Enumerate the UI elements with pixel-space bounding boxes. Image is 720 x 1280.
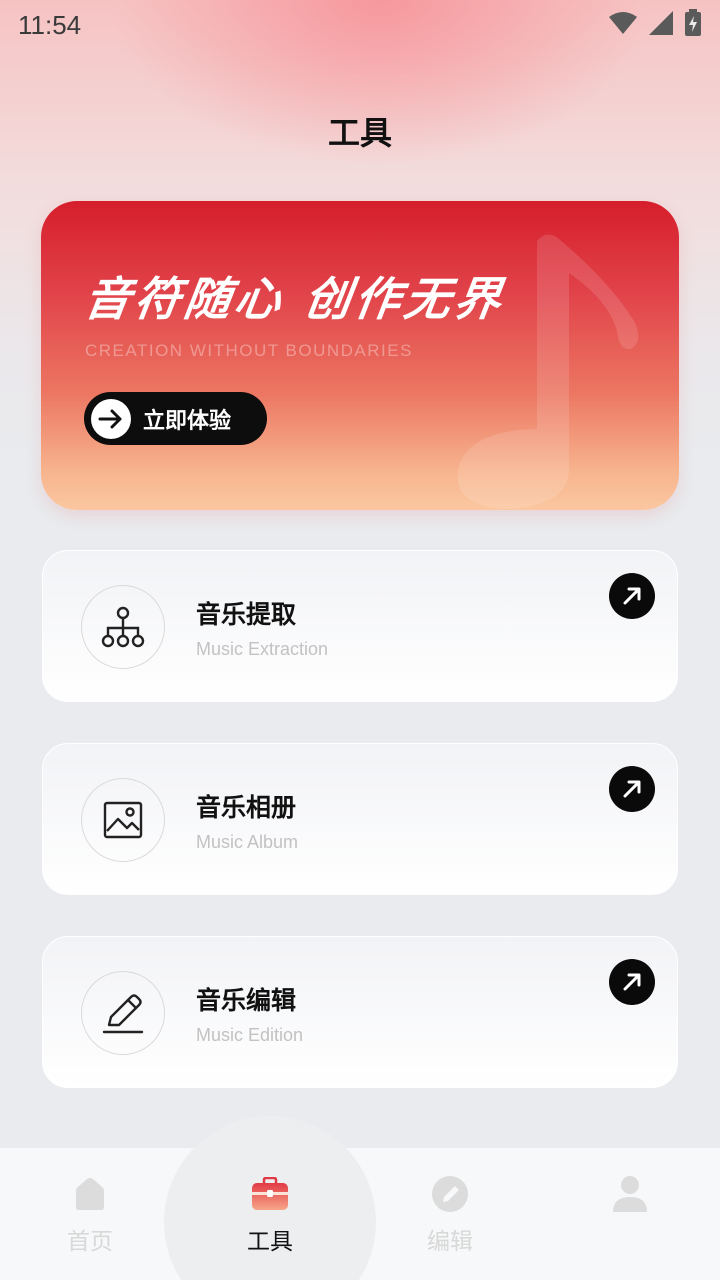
status-time: 11:54 [18, 9, 82, 40]
open-arrow-button[interactable] [609, 766, 655, 812]
music-note-decoration [457, 234, 639, 510]
status-bar: 11:54 [0, 0, 720, 50]
wifi-icon [608, 11, 638, 39]
arrow-right-icon [91, 398, 131, 439]
image-icon [81, 778, 165, 862]
banner-subtitle: CREATION WITHOUT BOUNDARIES [85, 341, 413, 360]
tab-label: 工具 [247, 1229, 293, 1255]
open-arrow-button[interactable] [609, 959, 655, 1005]
user-icon [612, 1172, 648, 1216]
battery-icon [684, 9, 702, 41]
arrow-up-right-icon [623, 973, 641, 991]
hierarchy-icon [81, 585, 165, 669]
tab-profile[interactable] [570, 1172, 690, 1262]
card-subtitle: Music Extraction [196, 639, 329, 659]
hero-banner[interactable]: 音符随心 创作无界 CREATION WITHOUT BOUNDARIES 立即… [41, 201, 679, 510]
tool-card-music-extraction[interactable]: 音乐提取 Music Extraction [42, 550, 678, 702]
home-icon [73, 1172, 107, 1216]
card-title: 音乐提取 [196, 600, 297, 629]
tab-label: 首页 [67, 1229, 113, 1255]
card-subtitle: Music Album [196, 832, 299, 852]
open-arrow-button[interactable] [609, 573, 655, 619]
tab-label: 编辑 [427, 1229, 473, 1255]
try-now-label: 立即体验 [143, 408, 232, 434]
card-subtitle: Music Edition [196, 1025, 304, 1045]
arrow-up-right-icon [623, 587, 641, 605]
card-title: 音乐编辑 [196, 986, 297, 1015]
tab-home[interactable]: 首页 [30, 1172, 150, 1262]
try-now-button[interactable]: 立即体验 [84, 392, 267, 445]
status-icons [608, 9, 702, 41]
toolbox-icon [251, 1172, 289, 1216]
tab-edit[interactable]: 编辑 [390, 1172, 510, 1262]
edit-icon [431, 1172, 469, 1216]
page-title: 工具 [327, 114, 392, 152]
banner-title: 音符随心 创作无界 [80, 272, 509, 326]
card-title: 音乐相册 [196, 793, 297, 822]
arrow-up-right-icon [623, 780, 641, 798]
pencil-icon [81, 971, 165, 1055]
tool-card-music-album[interactable]: 音乐相册 Music Album [42, 743, 678, 895]
tool-card-music-edition[interactable]: 音乐编辑 Music Edition [42, 936, 678, 1088]
signal-icon [648, 10, 674, 40]
tab-tools[interactable]: 工具 [210, 1172, 330, 1262]
